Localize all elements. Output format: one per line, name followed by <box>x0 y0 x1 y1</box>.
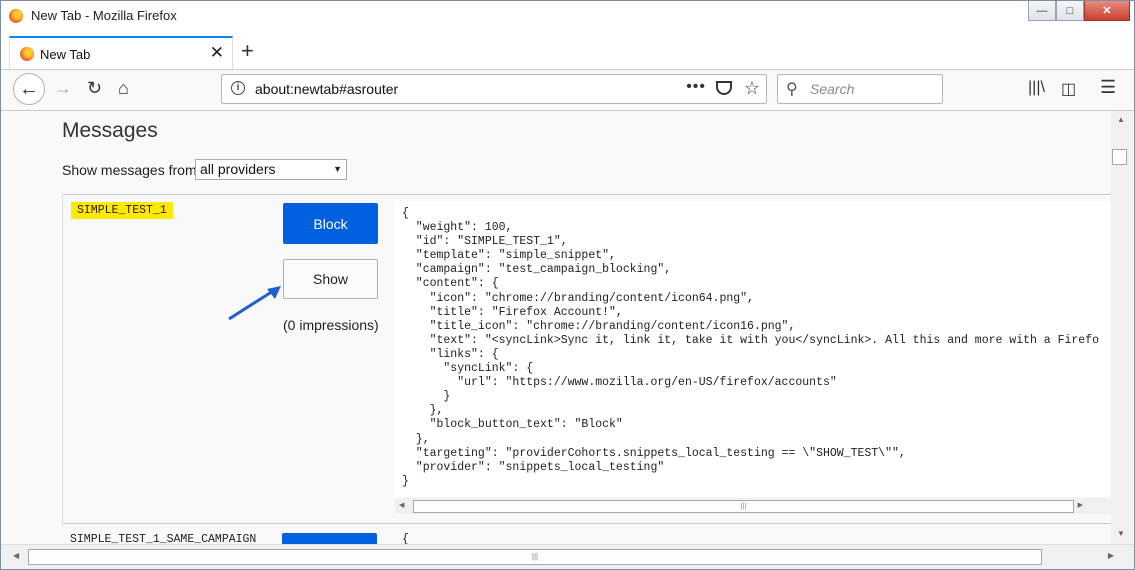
scroll-left-icon[interactable]: ◀ <box>13 551 19 560</box>
forward-icon[interactable]: → <box>54 78 72 99</box>
scrollbar-thumb[interactable]: ||| <box>28 549 1042 565</box>
page-title: Messages <box>62 119 158 142</box>
scroll-up-icon[interactable]: ▲ <box>1117 115 1125 124</box>
maximize-button[interactable]: □ <box>1056 1 1084 21</box>
provider-label: Show messages from <box>62 162 197 178</box>
scroll-left-icon[interactable]: ◀ <box>399 501 404 509</box>
message-json: { "weight": 100, "id": "SIMPLE_TEST_1", … <box>395 202 1111 497</box>
pocket-icon[interactable] <box>716 81 732 95</box>
close-tab-icon[interactable]: ✕ <box>210 43 224 63</box>
show-button[interactable]: Show <box>283 259 378 299</box>
annotation-arrow-icon <box>228 286 281 321</box>
info-icon[interactable]: i <box>231 81 245 95</box>
vertical-scrollbar[interactable]: ▲ ▼ <box>1111 111 1133 544</box>
close-window-button[interactable]: ✕ <box>1084 1 1130 21</box>
sidebar-icon[interactable]: ◫ <box>1061 79 1076 99</box>
browser-window: New Tab - Mozilla Firefox — □ ✕ New Tab … <box>0 0 1135 570</box>
window-title: New Tab - Mozilla Firefox <box>31 8 177 23</box>
window-controls: — □ ✕ <box>1028 1 1130 21</box>
message-json-text: { <box>402 533 409 544</box>
message-id-badge: SIMPLE_TEST_1 <box>71 202 173 219</box>
scrollbar-thumb[interactable]: ||| <box>413 500 1074 513</box>
search-box[interactable]: ⚲ <box>777 74 943 104</box>
impressions-count: (0 impressions) <box>283 317 379 333</box>
scrollbar-thumb[interactable] <box>1112 149 1127 165</box>
horizontal-scrollbar[interactable]: ◀ ||| ▶ <box>1 544 1134 569</box>
tab-new-tab[interactable]: New Tab ✕ <box>9 36 233 69</box>
scroll-right-icon[interactable]: ▶ <box>1078 501 1083 509</box>
tab-strip: New Tab ✕ + <box>1 32 1134 70</box>
new-tab-button[interactable]: + <box>241 38 254 64</box>
url-bar[interactable]: i about:newtab#asrouter ••• ☆ <box>221 74 767 104</box>
firefox-logo-icon <box>20 47 34 61</box>
tab-label: New Tab <box>40 47 91 62</box>
page-actions-icon[interactable]: ••• <box>686 78 706 96</box>
chevron-down-icon: ▼ <box>333 164 342 174</box>
block-button[interactable] <box>282 533 377 544</box>
provider-select[interactable]: all providers ▼ <box>195 159 347 180</box>
nav-bar: ← → ↻ ⌂ i about:newtab#asrouter ••• ☆ ⚲ … <box>1 70 1134 111</box>
block-button[interactable]: Block <box>283 203 378 244</box>
bookmark-star-icon[interactable]: ☆ <box>744 78 760 99</box>
search-input[interactable] <box>808 80 937 98</box>
message-id-badge: SIMPLE_TEST_1_SAME_CAMPAIGN <box>70 533 257 544</box>
provider-select-value: all providers <box>200 161 276 177</box>
message-json-text: { "weight": 100, "id": "SIMPLE_TEST_1", … <box>402 207 1100 488</box>
back-icon[interactable]: ← <box>13 73 45 105</box>
title-bar: New Tab - Mozilla Firefox — □ ✕ <box>1 1 1134 32</box>
library-icon[interactable]: |||\ <box>1028 79 1045 97</box>
home-icon[interactable]: ⌂ <box>118 78 129 99</box>
message-row: SIMPLE_TEST_1 Block Show (0 impressions)… <box>62 194 1111 524</box>
reload-icon[interactable]: ↻ <box>87 78 102 99</box>
firefox-logo-icon <box>9 9 23 23</box>
menu-icon[interactable]: ☰ <box>1100 77 1116 98</box>
message-row: SIMPLE_TEST_1_SAME_CAMPAIGN { <box>62 523 1111 544</box>
minimize-button[interactable]: — <box>1028 1 1056 21</box>
scroll-down-icon[interactable]: ▼ <box>1117 529 1125 538</box>
scroll-right-icon[interactable]: ▶ <box>1108 551 1114 560</box>
json-horizontal-scrollbar[interactable]: ◀ ||| ▶ <box>395 498 1111 514</box>
page-content: Messages Show messages from all provider… <box>1 111 1111 544</box>
search-icon: ⚲ <box>786 81 798 98</box>
url-text[interactable]: about:newtab#asrouter <box>255 81 398 97</box>
